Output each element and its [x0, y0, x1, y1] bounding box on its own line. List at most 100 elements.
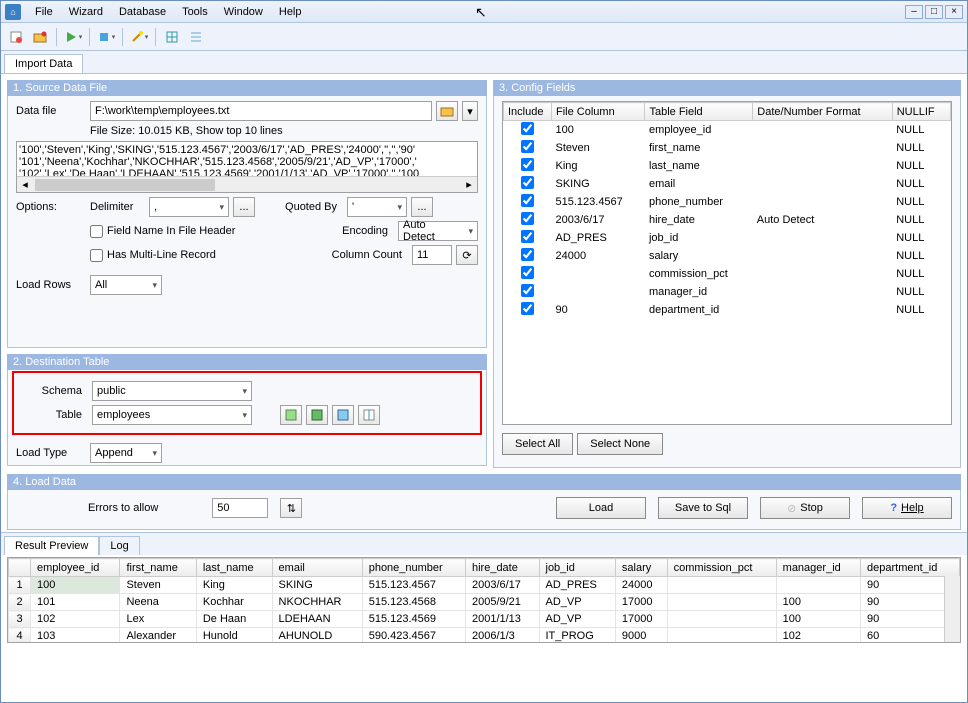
config-row[interactable]: 90department_idNULL — [504, 301, 951, 319]
config-row[interactable]: 24000salaryNULL — [504, 247, 951, 265]
config-row[interactable]: Kinglast_nameNULL — [504, 157, 951, 175]
quotedby-more-button[interactable]: ... — [411, 197, 433, 217]
table-icon[interactable] — [161, 26, 183, 48]
menu-window[interactable]: Window — [216, 3, 271, 21]
loadrows-select[interactable]: All — [90, 275, 162, 295]
grid-header[interactable]: employee_id — [31, 559, 120, 577]
config-header[interactable]: File Column — [552, 103, 645, 121]
config-row[interactable]: Stevenfirst_nameNULL — [504, 139, 951, 157]
datafile-dropdown[interactable]: ▾ — [462, 101, 478, 121]
colcount-input[interactable] — [412, 245, 452, 265]
grid-row[interactable]: 1100StevenKingSKING515.123.45672003/6/17… — [9, 577, 960, 594]
encoding-select[interactable]: Auto Detect — [398, 221, 478, 241]
menu-help[interactable]: Help — [271, 3, 310, 21]
include-checkbox[interactable] — [521, 248, 534, 261]
datafile-input[interactable] — [90, 101, 432, 121]
include-checkbox[interactable] — [521, 194, 534, 207]
config-row[interactable]: AD_PRESjob_idNULL — [504, 229, 951, 247]
menu-tools[interactable]: Tools — [174, 3, 216, 21]
preview-scrollbar[interactable]: ◂▸ — [17, 176, 477, 192]
grid-header[interactable] — [9, 559, 31, 577]
grid-row[interactable]: 3102LexDe HaanLDEHAAN515.123.45692001/1/… — [9, 611, 960, 628]
result-vscroll[interactable] — [944, 576, 960, 642]
table-select[interactable]: employees — [92, 405, 252, 425]
list-icon[interactable] — [185, 26, 207, 48]
load-button[interactable]: Load — [556, 497, 646, 519]
include-checkbox[interactable] — [521, 158, 534, 171]
config-header[interactable]: Include — [504, 103, 552, 121]
tool-icon[interactable]: ▾ — [95, 26, 117, 48]
menu-file[interactable]: File — [27, 3, 61, 21]
menu-database[interactable]: Database — [111, 3, 174, 21]
wand-icon[interactable]: ▾ — [128, 26, 150, 48]
select-all-button[interactable]: Select All — [502, 433, 573, 455]
maximize-button[interactable]: □ — [925, 5, 943, 19]
config-header[interactable]: Table Field — [645, 103, 753, 121]
config-row[interactable]: commission_pctNULL — [504, 265, 951, 283]
multiline-checkbox[interactable]: Has Multi-Line Record — [90, 249, 216, 262]
new-connection-icon[interactable] — [5, 26, 27, 48]
colcount-refresh-button[interactable]: ⟳ — [456, 245, 478, 265]
grid-row[interactable]: 4103AlexanderHunoldAHUNOLD590.423.456720… — [9, 628, 960, 644]
run-icon[interactable]: ▾ — [62, 26, 84, 48]
options-label: Options: — [16, 201, 86, 213]
grid-header[interactable]: hire_date — [465, 559, 539, 577]
menu-wizard[interactable]: Wizard — [61, 3, 111, 21]
group-config: 3. Config Fields IncludeFile ColumnTable… — [493, 80, 961, 468]
grid-header[interactable]: manager_id — [776, 559, 860, 577]
include-checkbox[interactable] — [521, 266, 534, 279]
table-action4-icon[interactable] — [358, 405, 380, 425]
include-checkbox[interactable] — [521, 122, 534, 135]
select-none-button[interactable]: Select None — [577, 433, 663, 455]
grid-header[interactable]: commission_pct — [667, 559, 776, 577]
config-row[interactable]: 2003/6/17hire_dateAuto DetectNULL — [504, 211, 951, 229]
grid-header[interactable]: email — [272, 559, 362, 577]
file-preview: '100','Steven','King','SKING','515.123.4… — [16, 141, 478, 193]
table-action1-icon[interactable] — [280, 405, 302, 425]
config-header[interactable]: Date/Number Format — [753, 103, 892, 121]
config-row[interactable]: manager_idNULL — [504, 283, 951, 301]
schema-select[interactable]: public — [92, 381, 252, 401]
config-row[interactable]: SKINGemailNULL — [504, 175, 951, 193]
tab-log[interactable]: Log — [99, 536, 139, 555]
table-action2-icon[interactable] — [306, 405, 328, 425]
tab-import-data[interactable]: Import Data — [4, 54, 83, 73]
grid-row[interactable]: 2101NeenaKochharNKOCHHAR515.123.45682005… — [9, 594, 960, 611]
grid-header[interactable]: job_id — [539, 559, 615, 577]
grid-header[interactable]: department_id — [861, 559, 960, 577]
save-to-sql-button[interactable]: Save to Sql — [658, 497, 748, 519]
loadtype-label: Load Type — [16, 447, 86, 459]
preview-line: '101','Neena','Kochhar','NKOCHHAR','515.… — [19, 156, 475, 168]
include-checkbox[interactable] — [521, 212, 534, 225]
stop-button[interactable]: ⊘Stop — [760, 497, 850, 519]
include-checkbox[interactable] — [521, 230, 534, 243]
open-icon[interactable] — [29, 26, 51, 48]
errors-input[interactable] — [212, 498, 268, 518]
delimiter-label: Delimiter — [90, 201, 145, 213]
grid-header[interactable]: salary — [615, 559, 667, 577]
minimize-button[interactable]: – — [905, 5, 923, 19]
preview-line: '100','Steven','King','SKING','515.123.4… — [19, 144, 475, 156]
include-checkbox[interactable] — [521, 284, 534, 297]
delimiter-select[interactable]: , — [149, 197, 229, 217]
include-checkbox[interactable] — [521, 302, 534, 315]
grid-header[interactable]: phone_number — [362, 559, 465, 577]
table-action3-icon[interactable] — [332, 405, 354, 425]
fieldname-checkbox[interactable]: Field Name In File Header — [90, 225, 235, 238]
delimiter-more-button[interactable]: ... — [233, 197, 255, 217]
quotedby-select[interactable]: ' — [347, 197, 407, 217]
include-checkbox[interactable] — [521, 140, 534, 153]
close-button[interactable]: × — [945, 5, 963, 19]
help-button[interactable]: ?Help — [862, 497, 952, 519]
group-config-title: 3. Config Fields — [493, 80, 961, 96]
config-row[interactable]: 515.123.4567phone_numberNULL — [504, 193, 951, 211]
config-row[interactable]: 100employee_idNULL — [504, 121, 951, 140]
grid-header[interactable]: last_name — [196, 559, 272, 577]
loadtype-select[interactable]: Append — [90, 443, 162, 463]
errors-spinner[interactable]: ⇅ — [280, 498, 302, 518]
tab-result-preview[interactable]: Result Preview — [4, 536, 99, 555]
grid-header[interactable]: first_name — [120, 559, 196, 577]
browse-button[interactable] — [436, 101, 458, 121]
include-checkbox[interactable] — [521, 176, 534, 189]
config-header[interactable]: NULLIF — [892, 103, 950, 121]
